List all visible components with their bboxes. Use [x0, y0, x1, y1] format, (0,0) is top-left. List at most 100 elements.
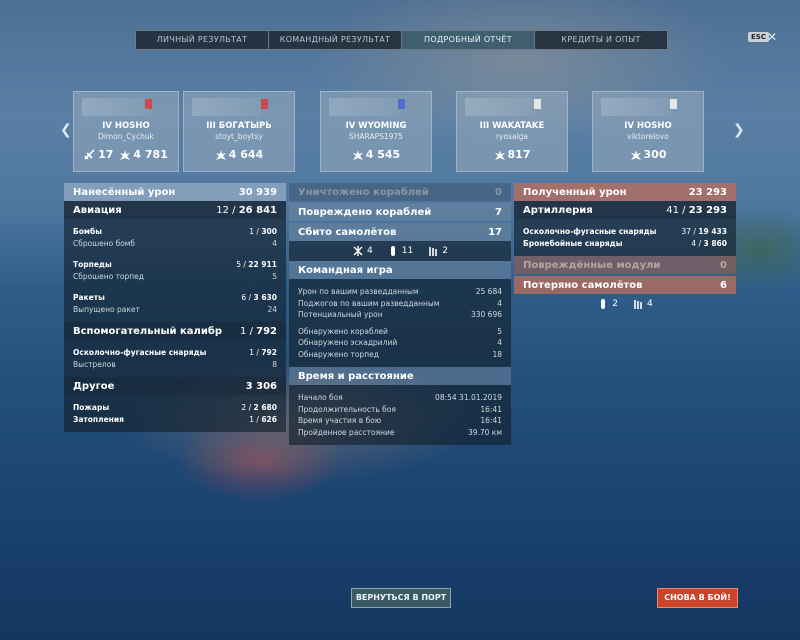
- result-tabs: ЛИЧНЫЙ РЕЗУЛЬТАТ КОМАНДНЫЙ РЕЗУЛЬТАТ ПОД…: [135, 30, 668, 50]
- chevron-right-icon[interactable]: ❯: [733, 122, 745, 138]
- time-row: Начало боя 08:54 31.01.2019: [298, 393, 502, 402]
- chevron-left-icon[interactable]: ❮: [60, 122, 72, 138]
- other-details: Пожары 2 / 2 680 Затопления 1 / 626: [64, 395, 286, 432]
- nation-flag-icon: [145, 99, 152, 109]
- aviation-details: Бомбы 1 / 300 Сброшено бомб 4 Торпеды 5 / 2…: [64, 219, 286, 322]
- ship-mini-stats: [601, 98, 671, 116]
- bomber-count: 11: [387, 245, 413, 257]
- bomber-count: 2: [597, 298, 618, 310]
- planes-shot-breakdown: 4 11 2: [289, 241, 511, 261]
- torpedo-bomber-icon: [632, 298, 644, 310]
- ship-name: III WAKATAKE: [479, 121, 545, 131]
- nation-flag-icon: [534, 99, 541, 109]
- damage-burst-icon: [352, 149, 364, 161]
- tab-detailed-report[interactable]: ПОДРОБНЫЙ ОТЧЁТ: [402, 31, 535, 49]
- time-distance-details: Начало боя 08:54 31.01.2019 Продолжительн…: [289, 385, 511, 445]
- team-play-row: Обнаружено кораблей 5: [298, 326, 502, 336]
- planes-lost-header: Потеряно самолётов 6: [514, 276, 736, 294]
- team-play-row: Обнаружено эскадрилий 4: [298, 338, 502, 347]
- player-card[interactable]: IV WYOMING SHARAPS1975 4 545: [320, 91, 432, 172]
- tab-team-result[interactable]: КОМАНДНЫЙ РЕЗУЛЬТАТ: [269, 31, 402, 49]
- return-to-port-button[interactable]: ВЕРНУТЬСЯ В ПОРТ: [351, 588, 451, 608]
- damage-received-header: Полученный урон 23 293: [514, 183, 736, 201]
- team-play-row: Поджогов по вашим разведданным 4: [298, 298, 502, 308]
- he-shells-row: Осколочно-фугасные снаряды 37 / 19 433: [523, 227, 727, 236]
- planes-shot-header: Сбито самолётов 17: [289, 223, 511, 241]
- player-card[interactable]: III БОГАТЫРЬ stoyt_boytsy 4 644: [183, 91, 295, 172]
- card-stats: 17 4 781: [74, 148, 178, 161]
- floods-row: Затопления 1 / 626: [73, 414, 277, 424]
- ship-mini-stats: [465, 98, 535, 116]
- player-name: Dimon_Cychuk: [98, 132, 154, 141]
- artillery-details: Осколочно-фугасные снаряды 37 / 19 433 Бр…: [514, 219, 736, 256]
- damage-burst-icon: [119, 149, 131, 161]
- nation-flag-icon: [398, 99, 405, 109]
- team-play-row: Обнаружено торпед 18: [298, 349, 502, 359]
- ship-mini-stats: [192, 98, 262, 116]
- player-card[interactable]: IV HOSHO Dimon_Cychuk 17 4 781: [73, 91, 179, 172]
- player-card[interactable]: IV HOSHO viktorelovo 300: [592, 91, 704, 172]
- time-row: Пройденное расстояние 39.70 км: [298, 427, 502, 437]
- damage-stat: 817: [494, 148, 530, 161]
- damage-stat: 4 644: [215, 148, 263, 161]
- battle-again-button[interactable]: СНОВА В БОЙ!: [657, 588, 738, 608]
- damage-burst-icon: [494, 149, 506, 161]
- ships-damaged-header: Повреждено кораблей 7: [289, 203, 511, 221]
- card-stats: 817: [457, 148, 567, 161]
- torpedoes-dropped-row: Сброшено торпед 5: [73, 271, 277, 281]
- planes-lost-breakdown: 2 4: [514, 294, 736, 314]
- he-shells-row: Осколочно-фугасные снаряды 1 / 792: [73, 348, 277, 357]
- aviation-header: Авиация 12 / 26 841: [64, 201, 286, 219]
- ship-name: IV HOSHO: [624, 121, 672, 131]
- secondary-battery-header: Вспомогательный калибр 1 / 792: [64, 322, 286, 340]
- ship-name: IV WYOMING: [345, 121, 407, 131]
- tab-credits-xp[interactable]: КРЕДИТЫ И ОПЫТ: [535, 31, 667, 49]
- torpedo-bomber-icon: [427, 245, 439, 257]
- rockets-row: Ракеты 6 / 3 630: [73, 293, 277, 302]
- damage-received-panel: Полученный урон 23 293 Артиллерия 41 / 23 …: [514, 183, 736, 314]
- planes-stat: 17: [84, 148, 113, 161]
- player-name: stoyt_boytsy: [215, 132, 263, 141]
- ship-mini-stats: [329, 98, 399, 116]
- nation-flag-icon: [670, 99, 677, 109]
- fires-row: Пожары 2 / 2 680: [73, 403, 277, 412]
- other-header: Другое 3 306: [64, 377, 286, 395]
- damage-dealt-panel: Нанесённый урон 30 939 Авиация 12 / 26 841…: [64, 183, 286, 432]
- ships-destroyed-header: Уничтожено кораблей 0: [289, 183, 511, 201]
- rockets-fired-row: Выпущено ракет 24: [73, 304, 277, 314]
- artillery-header: Артиллерия 41 / 23 293: [514, 201, 736, 219]
- player-cards: IV HOSHO Dimon_Cychuk 17 4 781 III БОГАТ…: [73, 91, 726, 172]
- torpedo-bomber-count: 4: [632, 298, 653, 310]
- team-play-details: Урон по вашим разведданным 25 684 Поджого…: [289, 279, 511, 367]
- fighter-plane-icon: [352, 245, 364, 257]
- damage-stat: 300: [630, 148, 666, 161]
- ship-mini-stats: [82, 98, 152, 116]
- ship-name: IV HOSHO: [102, 121, 150, 131]
- card-stats: 4 545: [321, 148, 431, 161]
- player-card[interactable]: III WAKATAKE ryosaiga 817: [456, 91, 568, 172]
- damage-burst-icon: [215, 149, 227, 161]
- card-stats: 4 644: [184, 148, 294, 161]
- tab-personal-result[interactable]: ЛИЧНЫЙ РЕЗУЛЬТАТ: [136, 31, 269, 49]
- esc-key-hint[interactable]: ESC: [748, 32, 769, 42]
- team-play-row: Потенциальный урон 330 696: [298, 310, 502, 319]
- bomber-plane-icon: [387, 245, 399, 257]
- time-row: Время участия в бою 16:41: [298, 416, 502, 425]
- player-name: ryosaiga: [495, 132, 529, 141]
- bomber-plane-icon: [597, 298, 609, 310]
- card-stats: 300: [593, 148, 703, 161]
- combat-summary-panel: Уничтожено кораблей 0 Повреждено кораблей…: [289, 183, 511, 445]
- time-distance-header: Время и расстояние: [289, 367, 511, 385]
- close-icon[interactable]: ✕: [767, 30, 777, 44]
- ap-shells-row: Бронебойные снаряды 4 / 3 860: [523, 238, 727, 248]
- team-play-row: Урон по вашим разведданным 25 684: [298, 287, 502, 296]
- damage-stat: 4 781: [119, 148, 168, 161]
- secondary-details: Осколочно-фугасные снаряды 1 / 792 Выстре…: [64, 340, 286, 377]
- player-name: SHARAPS1975: [349, 132, 403, 141]
- torpedoes-row: Торпеды 5 / 22 911: [73, 260, 277, 269]
- damage-burst-icon: [630, 149, 642, 161]
- damage-dealt-header: Нанесённый урон 30 939: [64, 183, 286, 201]
- team-play-header: Командная игра: [289, 261, 511, 279]
- nation-flag-icon: [261, 99, 268, 109]
- plane-icon: [84, 148, 96, 161]
